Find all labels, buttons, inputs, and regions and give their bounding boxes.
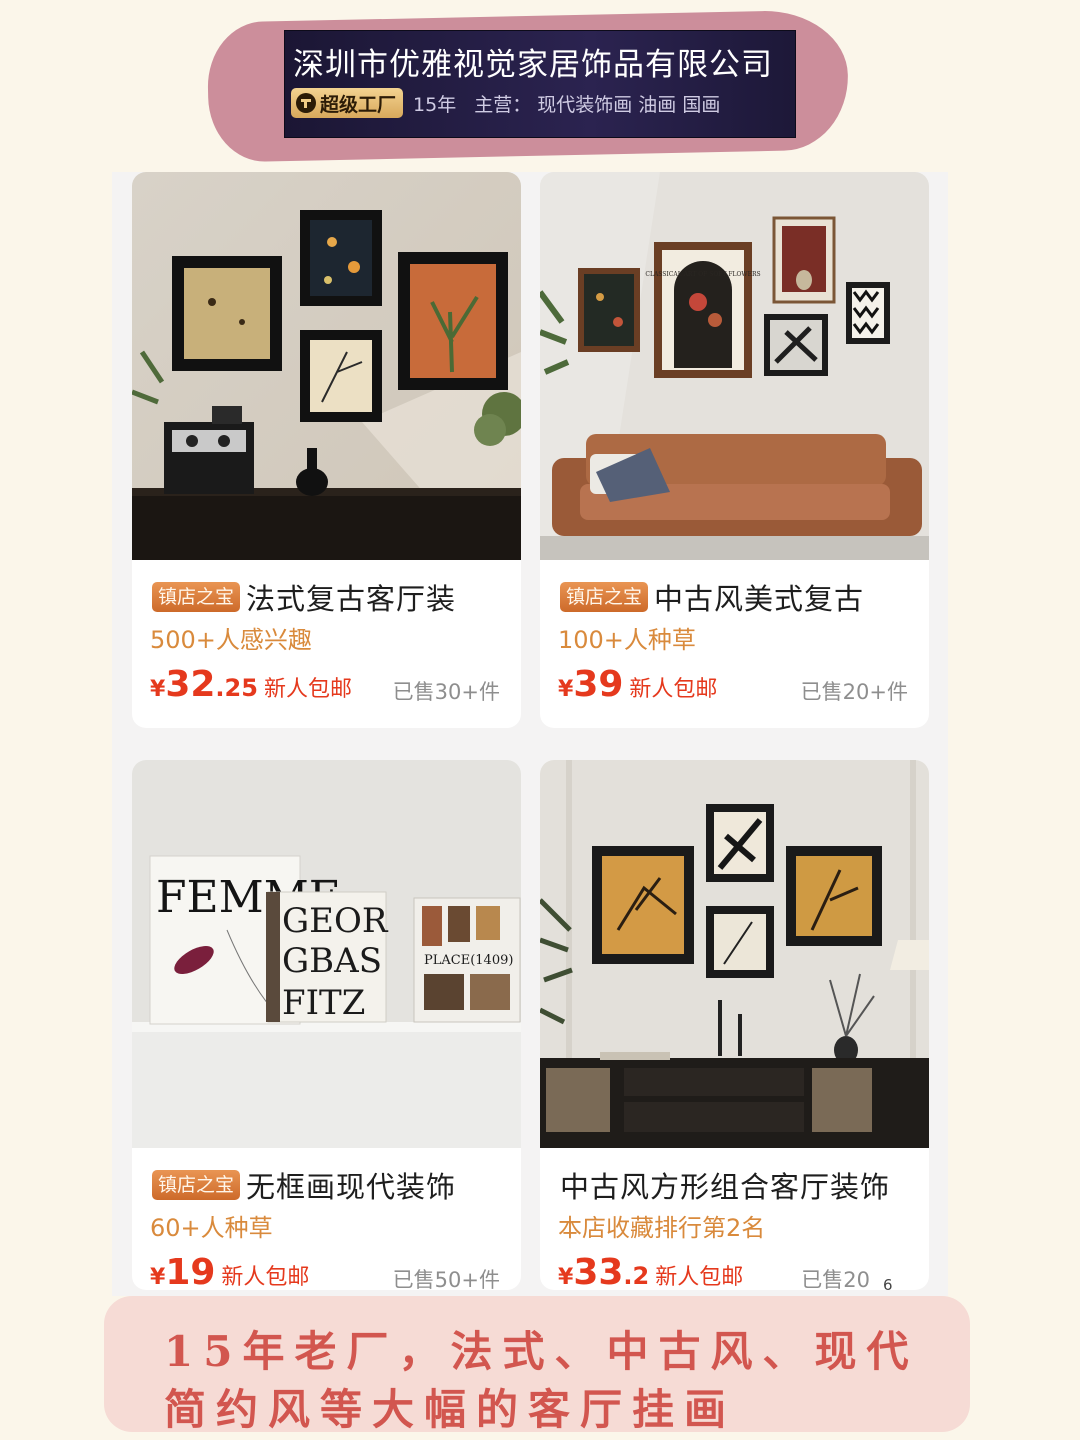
product-title[interactable]: 法式复古客厅装 (246, 576, 456, 618)
currency-symbol: ¥ (558, 1265, 574, 1290)
page-number: 6 (883, 1276, 893, 1294)
product-title-row[interactable]: 镇店之宝 无框画现代装饰 (152, 1164, 456, 1206)
price-integer: 33 (573, 1252, 624, 1290)
caption-box: 15年老厂，法式、中古风、现代 简约风等大幅的客厅挂画 (104, 1296, 970, 1434)
place-text: PLACE(1409) (424, 953, 513, 968)
product-title-row[interactable]: 镇店之宝 法式复古客厅装 (152, 576, 456, 618)
caption-line-1: 15年老厂，法式、中古风、现代 (164, 1327, 919, 1376)
store-years: 15年 (413, 93, 457, 116)
store-header[interactable]: 深圳市优雅视觉家居饰品有限公司 超级工厂 15年 主营： 现代装饰画 油画 国画 (284, 30, 796, 138)
price-integer: 19 (165, 1252, 216, 1290)
product-card[interactable]: CLASSICAL ART OF SOFT FLOWERS 镇店之宝 中古风美式… (540, 172, 929, 728)
product-interest: 500+人感兴趣 (150, 626, 312, 654)
price-integer: 39 (573, 664, 624, 705)
store-meta: 超级工厂 15年 主营： 现代装饰画 油画 国画 (291, 88, 720, 118)
free-shipping-promo: 新人包邮 (655, 1265, 744, 1290)
price-row: ¥33.2 新人包邮 已售20 (558, 1252, 918, 1290)
product-card[interactable]: FEMME GEOR GBAS FITZ PLACE(1409) 镇店之宝 无框… (132, 760, 521, 1290)
currency-symbol: ¥ (150, 1265, 166, 1290)
classical-art-text: CLASSICAL ART OF SOFT FLOWERS (645, 271, 760, 278)
price-row: ¥19 新人包邮 已售50+件 (150, 1252, 510, 1290)
price-decimal: .2 (623, 1262, 650, 1290)
product-interest: 60+人种草 (150, 1214, 273, 1242)
super-factory-badge: 超级工厂 (291, 88, 404, 118)
price-row: ¥39 新人包邮 已售20+件 (558, 664, 918, 705)
free-shipping-promo: 新人包邮 (221, 1265, 310, 1290)
sold-count: 已售50+件 (392, 1268, 500, 1290)
currency-symbol: ¥ (558, 677, 574, 702)
fitz-text: FITZ (282, 983, 365, 1023)
caption-line-2: 简约风等大幅的客厅挂画 (164, 1385, 737, 1434)
price-decimal: .25 (215, 674, 258, 702)
product-image[interactable]: FEMME GEOR GBAS FITZ PLACE(1409) (132, 760, 521, 1148)
product-ranking: 本店收藏排行第2名 (558, 1214, 766, 1242)
treasure-badge: 镇店之宝 (152, 1170, 241, 1200)
store-name[interactable]: 深圳市优雅视觉家居饰品有限公司 (293, 39, 788, 84)
product-interest: 100+人种草 (558, 626, 696, 654)
sold-count: 已售30+件 (392, 680, 500, 704)
treasure-badge: 镇店之宝 (152, 582, 241, 612)
price-integer: 32 (165, 664, 216, 705)
super-factory-label: 超级工厂 (320, 93, 397, 116)
gbas-text: GBAS (282, 941, 382, 981)
sold-count: 已售20+件 (800, 680, 908, 704)
product-card[interactable]: 中古风方形组合客厅装饰 本店收藏排行第2名 ¥33.2 新人包邮 已售20 (540, 760, 929, 1290)
product-image[interactable]: CLASSICAL ART OF SOFT FLOWERS (540, 172, 929, 560)
price-row: ¥32.25 新人包邮 已售30+件 (150, 664, 510, 705)
store-main-business: 主营： 现代装饰画 油画 国画 (474, 93, 721, 116)
free-shipping-promo: 新人包邮 (263, 677, 352, 702)
geor-text: GEOR (282, 901, 389, 941)
product-title-row[interactable]: 镇店之宝 中古风美式复古 (560, 576, 864, 618)
product-title[interactable]: 中古风方形组合客厅装饰 (560, 1164, 890, 1206)
product-title[interactable]: 中古风美式复古 (654, 576, 864, 618)
product-card[interactable]: 镇店之宝 法式复古客厅装 500+人感兴趣 ¥32.25 新人包邮 已售30+件 (132, 172, 521, 728)
product-title[interactable]: 无框画现代装饰 (246, 1164, 456, 1206)
product-title-row[interactable]: 中古风方形组合客厅装饰 (560, 1164, 890, 1206)
factory-logo-icon (296, 93, 316, 113)
currency-symbol: ¥ (150, 677, 166, 702)
free-shipping-promo: 新人包邮 (629, 677, 718, 702)
sold-count: 已售20 (801, 1268, 870, 1290)
product-image[interactable] (540, 760, 929, 1148)
product-image[interactable] (132, 172, 521, 560)
treasure-badge: 镇店之宝 (560, 582, 649, 612)
